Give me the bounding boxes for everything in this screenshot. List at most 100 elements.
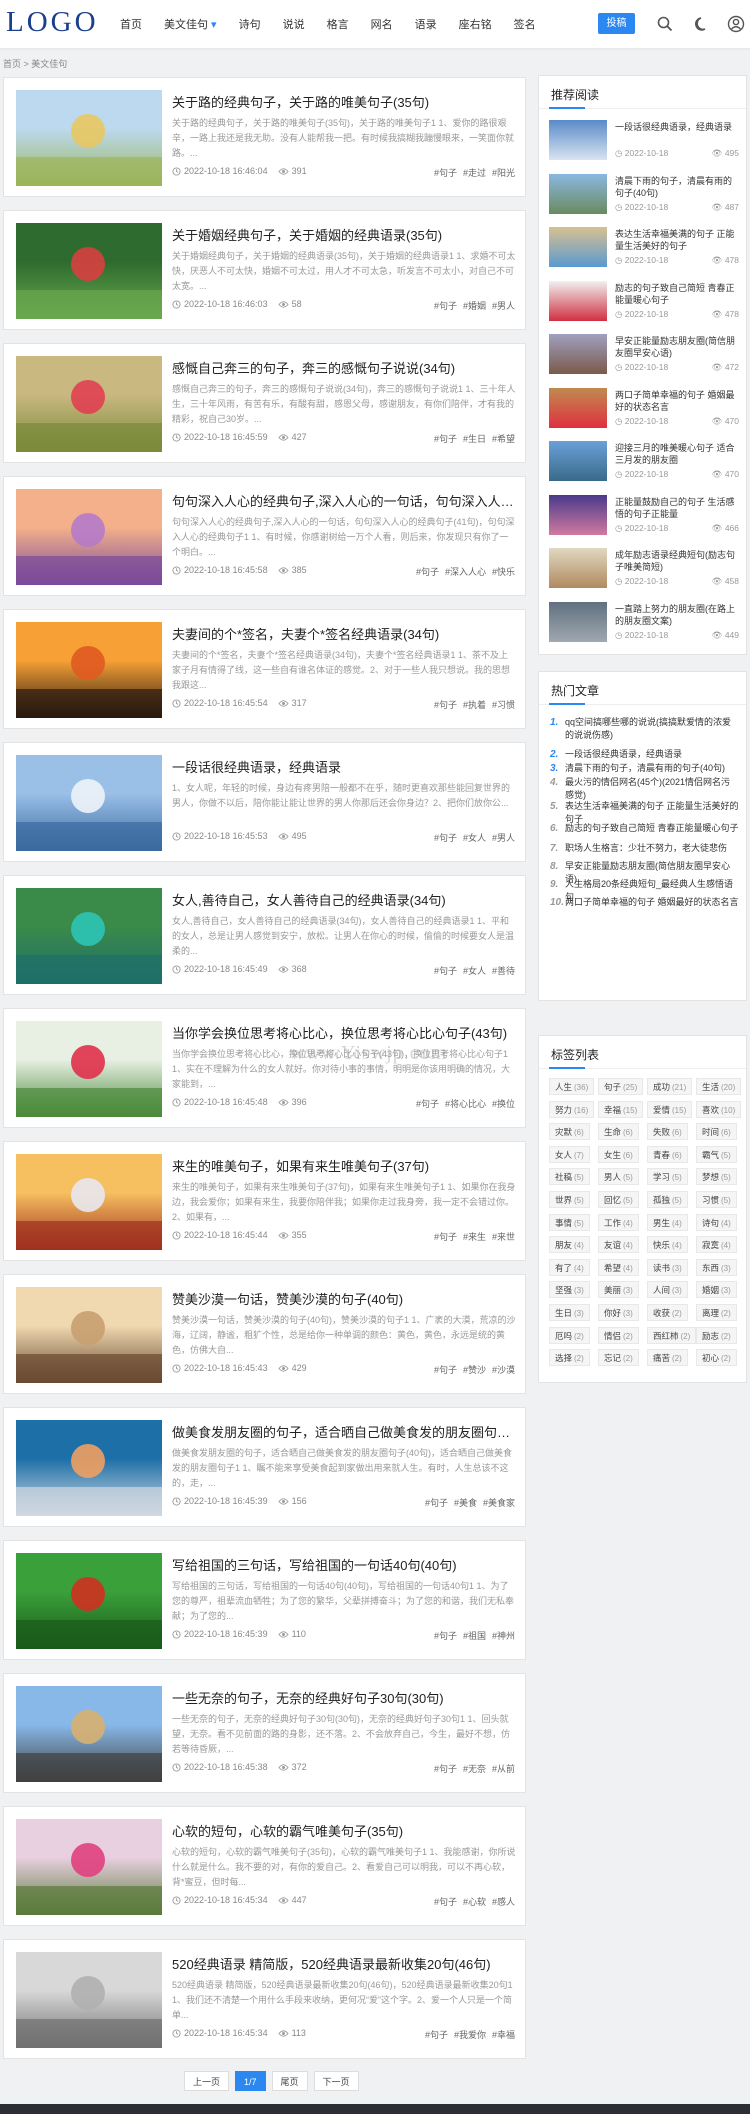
recommended-thumbnail[interactable] xyxy=(549,387,607,428)
tag-link[interactable]: 友谊 (4) xyxy=(598,1236,639,1254)
post-tag[interactable]: #将心比心 xyxy=(445,1099,486,1109)
recommended-title-link[interactable]: 早安正能量励志朋友圈(简信朋友圈早安心语) xyxy=(615,335,739,359)
hot-article-item[interactable]: 10. 两口子简单幸福的句子 婚姻最好的状态名言 xyxy=(550,896,739,909)
post-tag[interactable]: #句子 xyxy=(416,567,439,577)
hot-article-title[interactable]: 两口子简单幸福的句子 婚姻最好的状态名言 xyxy=(553,896,739,909)
tag-link[interactable]: 希望 (4) xyxy=(598,1258,639,1276)
tag-link[interactable]: 生命 (6) xyxy=(598,1123,639,1141)
post-tag[interactable]: #句子 xyxy=(416,1099,439,1109)
tag-link[interactable]: 世界 (5) xyxy=(549,1191,590,1208)
post-tag[interactable]: #走过 xyxy=(463,168,486,178)
post-title[interactable]: 女人,善待自己，女人善待自己的经典语录(34句) xyxy=(172,890,517,909)
post-thumbnail[interactable] xyxy=(16,622,162,718)
post-tag[interactable]: #句子 xyxy=(425,2030,448,2040)
tag-link[interactable]: 男人 (5) xyxy=(598,1168,639,1186)
recommended-item[interactable]: 励志的句子致自己简短 青春正能量暖心句子 ◷ 2022-10-18 👁 478 xyxy=(549,280,741,335)
post-tag[interactable]: #句子 xyxy=(434,833,457,843)
post-thumbnail[interactable] xyxy=(16,223,162,319)
post-tag[interactable]: #习惯 xyxy=(492,700,515,710)
hot-article-item[interactable]: 3. 清晨下雨的句子，清晨有雨的句子(40句) xyxy=(550,762,739,775)
post-title[interactable]: 感慨自己奔三的句子，奔三的感慨句子说说(34句) xyxy=(172,358,517,377)
recommended-item[interactable]: 成年励志语录经典短句(励志句子唯美简短) ◷ 2022-10-18 👁 458 xyxy=(549,548,741,602)
hot-article-title[interactable]: 清晨下雨的句子，清晨有雨的句子(40句) xyxy=(553,762,739,775)
post-thumbnail[interactable] xyxy=(16,1154,162,1250)
nav-item-signatures[interactable]: 签名 xyxy=(514,16,536,32)
post-tag[interactable]: #阳光 xyxy=(492,168,515,178)
post-title[interactable]: 来生的唯美句子，如果有来生唯美句子(37句) xyxy=(172,1156,517,1175)
post-tag[interactable]: #句子 xyxy=(434,168,457,178)
post-thumbnail[interactable] xyxy=(16,755,162,851)
nav-item-shuoshuo[interactable]: 说说 xyxy=(283,16,305,32)
nav-item-home[interactable]: 首页 xyxy=(120,16,142,32)
tag-link[interactable]: 情侣 (2) xyxy=(598,1326,639,1344)
post-tag[interactable]: #美食 xyxy=(454,1498,477,1508)
recommended-title-link[interactable]: 两口子简单幸福的句子 婚姻最好的状态名言 xyxy=(615,389,739,413)
post-tag[interactable]: #执着 xyxy=(463,700,486,710)
post-card[interactable]: 女人,善待自己，女人善待自己的经典语录(34句) 女人,善待自己，女人善待自己的… xyxy=(3,875,526,995)
hot-article-item[interactable]: 1. qq空间搞哪些哪的说说(搞搞默爱情的浓爱的说说伤感) xyxy=(550,716,739,742)
recommended-title-link[interactable]: 表达生活幸福美满的句子 正能量生活美好的句子 xyxy=(615,228,739,252)
post-tag[interactable]: #句子 xyxy=(434,700,457,710)
post-tag[interactable]: #我爱你 xyxy=(454,2030,486,2040)
tag-link[interactable]: 诗句 (4) xyxy=(696,1213,737,1231)
post-tag[interactable]: #深入人心 xyxy=(445,567,486,577)
post-card[interactable]: 当你学会换位思考将心比心，换位思考将心比心句子(43句) 当你学会换位思考将心比… xyxy=(3,1008,526,1128)
recommended-thumbnail[interactable] xyxy=(549,173,607,214)
tag-link[interactable]: 婚姻 (3) xyxy=(696,1281,737,1299)
tag-link[interactable]: 失败 (6) xyxy=(647,1123,688,1141)
post-tag[interactable]: #快乐 xyxy=(492,567,515,577)
site-logo[interactable]: LOGO xyxy=(6,6,99,39)
post-thumbnail[interactable] xyxy=(16,1819,162,1915)
nav-item-motto-seat[interactable]: 座右铭 xyxy=(459,16,492,32)
post-tag[interactable]: #句子 xyxy=(434,1232,457,1242)
recommended-thumbnail[interactable] xyxy=(549,441,607,481)
post-thumbnail[interactable] xyxy=(16,1952,162,2048)
tag-link[interactable]: 坚强 (3) xyxy=(549,1281,590,1299)
recommended-item[interactable]: 清晨下雨的句子，清晨有雨的句子(40句) ◷ 2022-10-18 👁 487 xyxy=(549,173,741,228)
recommended-title-link[interactable]: 正能量鼓励自己的句子 生活感悟的句子正能量 xyxy=(615,496,739,520)
post-card[interactable]: 一段话很经典语录，经典语录 1、女人呢，年轻的时候，身边有疼男陪一般都不在乎，随… xyxy=(3,742,526,862)
tag-link[interactable]: 人间 (3) xyxy=(647,1281,688,1299)
post-tag[interactable]: #心软 xyxy=(463,1897,486,1907)
hot-article-item[interactable]: 2. 一段话很经典语录，经典语录 xyxy=(550,748,739,761)
post-tag[interactable]: #沙漠 xyxy=(492,1365,515,1375)
recommended-title-link[interactable]: 迎接三月的唯美暖心句子 适合三月发的朋友圈 xyxy=(615,442,739,466)
post-card[interactable]: 关于路的经典句子，关于路的唯美句子(35句) 关于路的经典句子，关于路的唯美句子… xyxy=(3,77,526,197)
tag-link[interactable]: 幸福 (15) xyxy=(598,1100,644,1118)
recommended-item[interactable]: 表达生活幸福美满的句子 正能量生活美好的句子 ◷ 2022-10-18 👁 478 xyxy=(549,227,741,281)
recommended-thumbnail[interactable] xyxy=(549,601,607,642)
post-tag[interactable]: #无奈 xyxy=(463,1764,486,1774)
post-tag[interactable]: #赞沙 xyxy=(463,1365,486,1375)
tag-link[interactable]: 句子 (25) xyxy=(598,1078,644,1095)
tag-link[interactable]: 寂寞 (4) xyxy=(696,1236,737,1254)
post-tag[interactable]: #女人 xyxy=(463,833,486,843)
tag-link[interactable]: 社稿 (5) xyxy=(549,1168,590,1186)
post-title[interactable]: 心软的短句，心软的霸气唯美句子(35句) xyxy=(172,1821,517,1840)
post-card[interactable]: 赞美沙漠一句话，赞美沙漠的句子(40句) 赞美沙漠一句话，赞美沙漠的句子(40句… xyxy=(3,1274,526,1394)
recommended-title-link[interactable]: 清晨下雨的句子，清晨有雨的句子(40句) xyxy=(615,175,739,199)
tag-link[interactable]: 你好 (3) xyxy=(598,1304,639,1321)
nav-item-nicknames[interactable]: 网名 xyxy=(371,16,393,32)
post-title[interactable]: 句句深入人心的经典句子,深入人心的一句话，句句深入人心的... xyxy=(172,491,517,510)
tag-link[interactable]: 习惯 (5) xyxy=(696,1191,737,1208)
tag-link[interactable]: 男生 (4) xyxy=(647,1213,688,1231)
tag-link[interactable]: 忘记 (2) xyxy=(598,1349,639,1367)
nav-item-poems[interactable]: 诗句 xyxy=(239,16,261,32)
post-tag[interactable]: #句子 xyxy=(434,434,457,444)
post-card[interactable]: 句句深入人心的经典句子,深入人心的一句话，句句深入人心的... 句句深入人心的经… xyxy=(3,476,526,596)
post-tag[interactable]: #美食家 xyxy=(483,1498,515,1508)
hot-article-title[interactable]: 最火污的情侣网名(45个)(2021情侣网名污感觉) xyxy=(553,776,739,802)
recommended-item[interactable]: 一段话很经典语录，经典语录 ◷ 2022-10-18 👁 495 xyxy=(549,120,741,174)
recommended-thumbnail[interactable] xyxy=(549,227,607,267)
recommended-item[interactable]: 正能量鼓励自己的句子 生活感悟的句子正能量 ◷ 2022-10-18 👁 466 xyxy=(549,494,741,549)
recommended-thumbnail[interactable] xyxy=(549,280,607,321)
current-page-indicator[interactable]: 1/7 xyxy=(235,2071,266,2091)
post-tag[interactable]: #神州 xyxy=(492,1631,515,1641)
post-card[interactable]: 520经典语录 精简版，520经典语录最新收集20句(46句) 520经典语录 … xyxy=(3,1939,526,2059)
nav-item-mottos[interactable]: 格言 xyxy=(327,16,349,32)
post-title[interactable]: 520经典语录 精简版，520经典语录最新收集20句(46句) xyxy=(172,1954,517,1973)
post-tag[interactable]: #生日 xyxy=(463,434,486,444)
post-title[interactable]: 写给祖国的三句话，写给祖国的一句话40句(40句) xyxy=(172,1555,517,1574)
hot-article-item[interactable]: 7. 职场人生格言：少壮不努力，老大徒悲伤 xyxy=(550,842,739,855)
hot-article-title[interactable]: 一段话很经典语录，经典语录 xyxy=(553,748,739,761)
